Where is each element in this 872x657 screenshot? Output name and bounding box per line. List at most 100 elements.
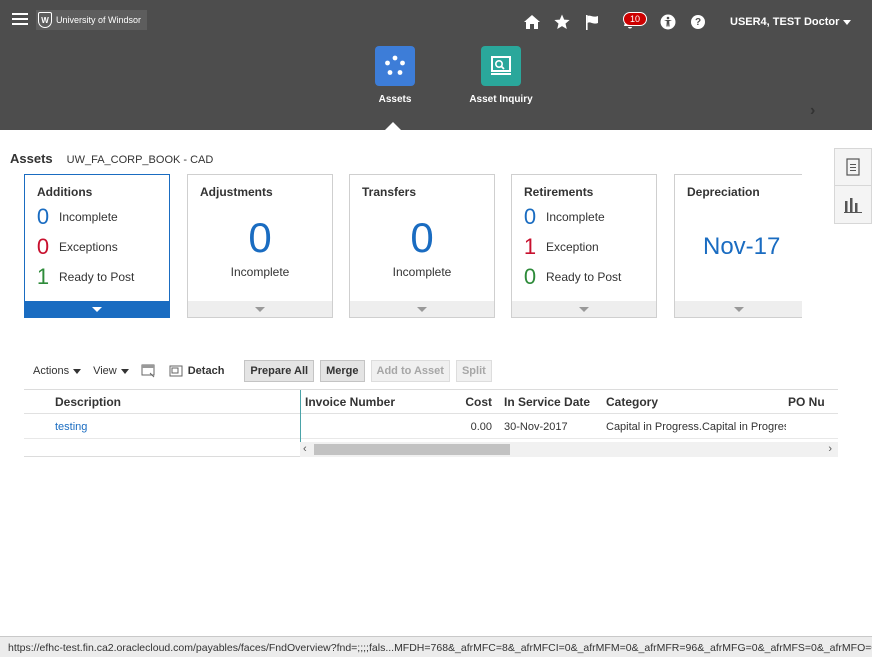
app-asset-inquiry[interactable]: Asset Inquiry: [466, 46, 536, 105]
card-expand-button[interactable]: [512, 301, 656, 317]
logo-text: University of Windsor: [56, 15, 142, 25]
app-label-asset-inquiry: Asset Inquiry: [469, 94, 533, 105]
chevron-down-icon: [120, 368, 129, 374]
frozen-column-divider: [300, 390, 301, 442]
prepare-all-button[interactable]: Prepare All: [244, 360, 315, 382]
app-assets[interactable]: Assets: [360, 46, 430, 105]
asset-book: UW_FA_CORP_BOOK - CAD: [66, 154, 214, 166]
chevron-down-icon: [73, 368, 82, 374]
app-launcher: Assets Asset Inquiry: [360, 46, 536, 105]
side-tab-analytics[interactable]: [834, 186, 872, 224]
merge-button[interactable]: Merge: [320, 360, 365, 382]
col-header-category[interactable]: Category: [606, 395, 786, 409]
caret-down-icon: [417, 306, 427, 312]
flag-icon[interactable]: [580, 10, 604, 34]
card-additions[interactable]: Additions 0 Incomplete 0 Exceptions 1 Re…: [24, 174, 170, 318]
card-expand-button[interactable]: [25, 301, 169, 317]
detach-icon: [169, 365, 183, 377]
chevron-down-icon: [843, 19, 852, 25]
caret-down-icon: [255, 306, 265, 312]
metric-label: Ready to Post: [546, 270, 622, 284]
side-tab-list[interactable]: [834, 148, 872, 186]
list-icon: [846, 158, 860, 176]
detach-button[interactable]: Detach: [169, 364, 224, 378]
cell-category: Capital in Progress.Capital in Progres: [606, 420, 786, 433]
col-header-cost[interactable]: Cost: [444, 395, 492, 409]
metric-value: 0: [36, 204, 50, 229]
page-title-text: Assets: [10, 151, 53, 166]
card-title: Additions: [37, 185, 93, 199]
metric-value: 1: [523, 234, 537, 259]
metric-exception[interactable]: 1 Exception: [522, 236, 599, 258]
metric-label: Incomplete: [546, 210, 605, 224]
metric-ready-to-post[interactable]: 0 Ready to Post: [522, 266, 622, 288]
depreciation-period[interactable]: Nov-17: [703, 233, 780, 261]
user-menu[interactable]: USER4, TEST Doctor: [730, 16, 852, 28]
card-depreciation[interactable]: Depreciation Nov-17: [674, 174, 802, 318]
card-title: Retirements: [524, 185, 594, 199]
cell-description-link[interactable]: testing: [55, 421, 87, 433]
university-logo[interactable]: W University of Windsor: [36, 10, 148, 30]
view-menu[interactable]: View: [93, 365, 129, 377]
metric-exceptions[interactable]: 0 Exceptions: [35, 236, 118, 258]
card-expand-button[interactable]: [350, 301, 494, 317]
help-icon: ?: [691, 15, 705, 29]
card-title: Depreciation: [687, 185, 760, 199]
col-header-invoice-number[interactable]: Invoice Number: [305, 395, 395, 409]
card-expand-button[interactable]: [675, 301, 802, 317]
col-header-po-number[interactable]: PO Nu: [788, 395, 838, 409]
help-button[interactable]: ?: [686, 10, 710, 34]
col-header-in-service-date[interactable]: In Service Date: [504, 395, 590, 409]
app-label-assets: Assets: [378, 94, 412, 105]
freeze-icon[interactable]: [141, 364, 155, 378]
global-header: W University of Windsor 10 ? USER4, TEST…: [0, 0, 872, 132]
card-expand-button[interactable]: [188, 301, 332, 317]
card-label: Incomplete: [230, 265, 290, 279]
col-header-description[interactable]: Description: [55, 395, 121, 409]
metric-incomplete[interactable]: 0 Incomplete: [522, 206, 605, 228]
accessibility-icon[interactable]: [656, 10, 680, 34]
scroll-left-icon[interactable]: ‹: [303, 443, 307, 455]
scrollbar-thumb[interactable]: [314, 444, 510, 455]
table-header: Description Invoice Number Cost In Servi…: [24, 390, 838, 414]
metric-value: 1: [36, 264, 50, 289]
horizontal-scrollbar[interactable]: ‹ ›: [300, 442, 838, 457]
assets-icon: [375, 46, 415, 86]
card-title: Adjustments: [200, 185, 273, 199]
side-panel-tabs: [834, 148, 872, 224]
card-retirements[interactable]: Retirements 0 Incomplete 1 Exception 0 R…: [511, 174, 657, 318]
cell-cost: 0.00: [470, 420, 492, 433]
global-icons: 10 ?: [520, 10, 716, 34]
card-value[interactable]: 0: [350, 215, 494, 261]
page-title: Assets UW_FA_CORP_BOOK - CAD: [10, 151, 213, 166]
card-value[interactable]: 0: [188, 215, 332, 261]
view-label: View: [93, 365, 117, 377]
metric-label: Exception: [546, 240, 599, 254]
notifications-button[interactable]: 10: [610, 10, 650, 34]
metric-label: Ready to Post: [59, 270, 135, 284]
user-name: USER4, TEST Doctor: [730, 16, 840, 28]
chevron-right-icon[interactable]: ›: [810, 102, 815, 120]
metric-ready-to-post[interactable]: 1 Ready to Post: [35, 264, 135, 289]
star-icon[interactable]: [550, 10, 574, 34]
add-to-asset-button[interactable]: Add to Asset: [370, 360, 450, 382]
bar-chart-icon: [844, 197, 862, 213]
table-row[interactable]: testing 0.00 30-Nov-2017 Capital in Prog…: [24, 415, 838, 439]
actions-label: Actions: [33, 365, 70, 377]
card-adjustments[interactable]: Adjustments 0 Incomplete: [187, 174, 333, 318]
shield-icon: W: [38, 12, 52, 28]
split-button[interactable]: Split: [455, 360, 492, 382]
browser-status-bar: https://efhc-test.fin.ca2.oraclecloud.co…: [0, 636, 872, 657]
card-label: Incomplete: [392, 265, 452, 279]
metric-value: 0: [523, 204, 537, 229]
home-icon[interactable]: [520, 10, 544, 34]
metric-incomplete[interactable]: 0 Incomplete: [35, 206, 118, 228]
assets-table: Description Invoice Number Cost In Servi…: [24, 389, 838, 457]
hamburger-icon[interactable]: [12, 13, 28, 25]
actions-menu[interactable]: Actions: [33, 365, 82, 377]
metric-label: Exceptions: [59, 240, 118, 254]
asset-inquiry-icon: [481, 46, 521, 86]
card-transfers[interactable]: Transfers 0 Incomplete: [349, 174, 495, 318]
card-title: Transfers: [362, 185, 417, 199]
scroll-right-icon[interactable]: ›: [828, 443, 832, 455]
